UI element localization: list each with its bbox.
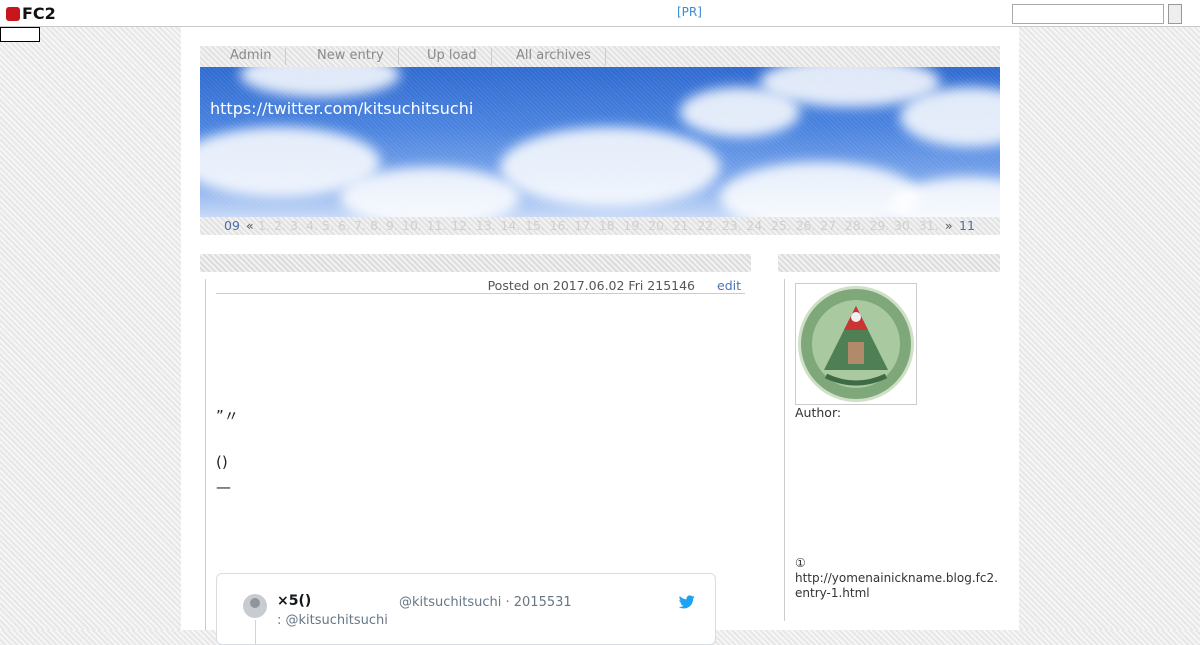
blog-title[interactable]: https://twitter.com/kitsuchitsuchi xyxy=(210,99,473,118)
calendar-day[interactable]: 17. xyxy=(574,218,594,233)
tweet-author-name[interactable]: ×5() xyxy=(277,593,311,609)
calendar-day[interactable]: 5. xyxy=(322,218,334,233)
calendar-day[interactable]: 23. xyxy=(722,218,742,233)
entry-meta: Posted on 2017.06.02 Fri 215146 edit xyxy=(216,276,745,294)
calendar-day[interactable]: 14. xyxy=(500,218,520,233)
prev-month-arrow[interactable]: « xyxy=(246,218,254,233)
embedded-tweet[interactable]: ×5() @kitsuchitsuchi · 2015531 : @kitsuc… xyxy=(216,573,716,645)
calendar-day[interactable]: 11. xyxy=(427,218,447,233)
top-nav: Admin New entry Up load All archives xyxy=(200,46,1000,67)
calendar-day[interactable]: 10. xyxy=(402,218,422,233)
tweet-avatar[interactable] xyxy=(243,594,267,618)
entry-text-dash: — xyxy=(216,478,231,496)
calendar-day[interactable]: 7. xyxy=(354,218,366,233)
tweet-handle[interactable]: @kitsuchitsuchi · 2015531 xyxy=(399,595,572,610)
pr-link[interactable]: [PR] xyxy=(677,5,702,19)
search-button[interactable] xyxy=(1168,4,1182,24)
calendar-bar: 09 « » 11 1. 2. 3. 4. 5. 6. 7. 8. 9. 10. 11. 12. 13.… xyxy=(200,217,1000,235)
next-month-link[interactable]: 11 xyxy=(959,218,975,233)
fc2-logo-icon xyxy=(6,7,20,21)
tweet-reply-to: : @kitsuchitsuchi xyxy=(277,613,388,628)
nav-admin[interactable]: Admin xyxy=(216,48,287,65)
calendar-day[interactable]: 30. xyxy=(894,218,914,233)
calendar-day[interactable]: 3. xyxy=(290,218,302,233)
calendar-day[interactable]: 2. xyxy=(274,218,286,233)
calendar-day[interactable]: 8. xyxy=(370,218,382,233)
calendar-day[interactable]: 20. xyxy=(648,218,668,233)
nav-all-archives[interactable]: All archives xyxy=(502,48,606,65)
nav-upload[interactable]: Up load xyxy=(413,48,492,65)
calendar-day[interactable]: 25. xyxy=(771,218,791,233)
calendar-day[interactable]: 24. xyxy=(746,218,766,233)
tweet-thread-line xyxy=(255,620,256,644)
author-avatar xyxy=(795,283,917,405)
calendar-day[interactable]: 12. xyxy=(451,218,471,233)
entry-border xyxy=(205,279,206,630)
nav-new-entry[interactable]: New entry xyxy=(303,48,399,65)
entry-text-paren: () xyxy=(216,453,228,471)
edit-link[interactable]: edit xyxy=(717,278,741,293)
calendar-day[interactable]: 19. xyxy=(623,218,643,233)
calendar-day[interactable]: 15. xyxy=(525,218,545,233)
fc2-logo[interactable]: FC2 xyxy=(6,4,56,23)
fc2-toolbar: FC2 [PR] xyxy=(0,0,1200,27)
blog-header: https://twitter.com/kitsuchitsuchi xyxy=(200,67,1000,217)
seal-image xyxy=(798,286,914,402)
calendar-day[interactable]: 1. xyxy=(258,218,270,233)
twitter-bird-icon[interactable] xyxy=(679,595,695,609)
posted-date: Posted on 2017.06.02 Fri 215146 xyxy=(487,278,695,293)
calendar-day[interactable]: 28. xyxy=(845,218,865,233)
calendar-day[interactable]: 16. xyxy=(550,218,570,233)
calendar-day[interactable]: 4. xyxy=(306,218,318,233)
calendar-day[interactable]: 6. xyxy=(338,218,350,233)
calendar-day[interactable]: 26. xyxy=(796,218,816,233)
next-month-arrow[interactable]: » xyxy=(945,218,953,233)
entry-title-bar xyxy=(200,254,751,272)
sidebar-link[interactable]: http://yomenainickname.blog.fc2.entry-1.… xyxy=(795,571,1000,601)
calendar-day[interactable]: 31. xyxy=(919,218,939,233)
prev-month-link[interactable]: 09 xyxy=(224,218,240,233)
small-box[interactable] xyxy=(0,27,40,42)
calendar-day[interactable]: 22. xyxy=(697,218,717,233)
author-label: Author: xyxy=(795,405,842,420)
search-input[interactable] xyxy=(1012,4,1164,24)
calendar-day[interactable]: 13. xyxy=(476,218,496,233)
calendar-day[interactable]: 29. xyxy=(869,218,889,233)
sidebar-border xyxy=(784,279,785,621)
calendar-day[interactable]: 27. xyxy=(820,218,840,233)
calendar-day[interactable]: 21. xyxy=(673,218,693,233)
entry-text-quote: ”〃 xyxy=(216,407,239,425)
calendar-day[interactable]: 18. xyxy=(599,218,619,233)
sidebar-title-bar xyxy=(778,254,1000,272)
link-number: ① xyxy=(795,556,806,570)
calendar-day[interactable]: 9. xyxy=(386,218,398,233)
